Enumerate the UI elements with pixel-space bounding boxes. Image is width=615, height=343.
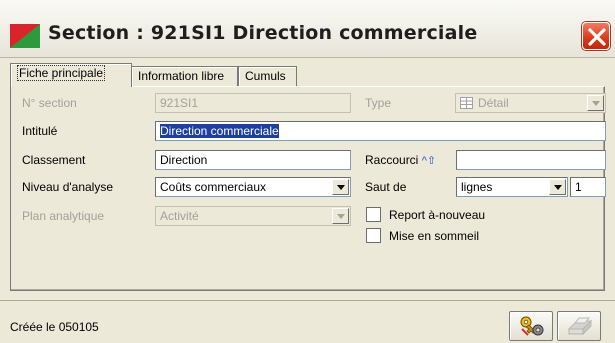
close-button[interactable] [582, 22, 610, 50]
saut-de-count-field[interactable]: 1 [570, 177, 606, 197]
intitule-value: Direction commerciale [160, 124, 279, 138]
key-gear-icon [520, 316, 544, 336]
type-select: Détail [455, 93, 606, 113]
chevron-down-icon[interactable] [549, 179, 566, 195]
niveau-analyse-select[interactable]: Coûts commerciaux [155, 177, 351, 197]
type-label: Type [365, 96, 392, 110]
classement-label: Classement [22, 153, 86, 167]
saut-de-select[interactable]: lignes [456, 177, 568, 197]
tab-label: Information libre [138, 69, 225, 83]
niveau-analyse-value: Coûts commerciaux [160, 180, 267, 194]
report-a-nouveau-checkbox[interactable] [366, 207, 381, 222]
table-icon [460, 97, 473, 109]
chevron-down-icon[interactable] [332, 179, 349, 195]
type-dropdown-arrow [587, 95, 604, 111]
raccourci-label: Raccourci ^⇧ [365, 153, 436, 167]
tab-cumuls[interactable]: Cumuls [238, 66, 297, 86]
mise-en-sommeil-label: Mise en sommeil [389, 229, 480, 243]
print-button[interactable] [557, 311, 601, 341]
section-window: Section : 921SI1 Direction commerciale F… [0, 0, 615, 343]
section-number-field: 921SI1 [155, 93, 351, 113]
type-value: Détail [478, 96, 509, 110]
creation-date-text: Créée le 050105 [10, 320, 99, 334]
intitule-field[interactable]: Direction commerciale [155, 121, 606, 141]
report-a-nouveau-label: Report à-nouveau [389, 208, 486, 222]
classement-field[interactable]: Direction [155, 150, 351, 170]
saut-de-value: lignes [461, 180, 493, 194]
status-bar: Créée le 050105 [0, 300, 615, 343]
tab-information-libre[interactable]: Information libre [131, 66, 238, 86]
plan-analytique-select: Activité [155, 206, 351, 226]
tab-fiche-principale[interactable]: Fiche principale [10, 63, 132, 87]
tab-label: Fiche principale [17, 65, 106, 81]
raccourci-label-text: Raccourci [365, 153, 419, 167]
saut-de-label: Saut de [365, 180, 407, 194]
plan-analytique-value: Activité [160, 209, 199, 223]
niveau-analyse-label: Niveau d'analyse [22, 180, 114, 194]
section-number-label: N° section [22, 96, 77, 110]
plan-analytique-label: Plan analytique [22, 209, 105, 223]
chevron-down-icon [332, 208, 349, 224]
window-title: Section : 921SI1 Direction commerciale [48, 22, 478, 44]
calculate-button[interactable] [509, 311, 553, 341]
close-icon [588, 28, 606, 46]
tab-label: Cumuls [245, 69, 286, 83]
shortcut-arrow-icon: ^⇧ [421, 155, 437, 167]
printer-icon [567, 317, 593, 336]
intitule-label: Intitulé [22, 124, 58, 138]
title-bar[interactable]: Section : 921SI1 Direction commerciale [0, 0, 615, 58]
raccourci-field[interactable] [456, 150, 606, 170]
section-app-icon [10, 24, 40, 48]
mise-en-sommeil-checkbox[interactable] [366, 228, 381, 243]
